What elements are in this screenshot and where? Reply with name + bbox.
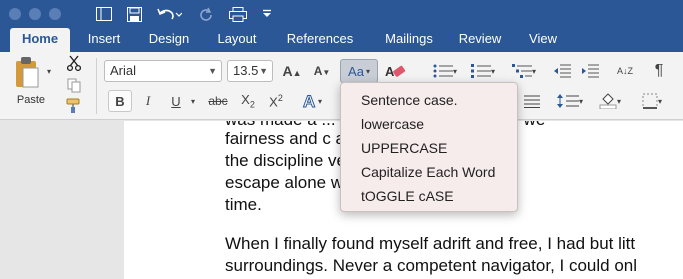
font-size-value: 13.5 <box>233 63 259 78</box>
bold-button[interactable]: B <box>108 90 132 112</box>
decrease-indent-icon <box>554 64 571 78</box>
borders-button[interactable]: ▾ <box>632 90 672 112</box>
shading-button[interactable]: ▾ <box>592 90 628 112</box>
chevron-down-icon: ▾ <box>616 96 621 106</box>
clear-formatting-button[interactable]: A <box>382 59 410 83</box>
font-name-value: Arial <box>110 63 137 78</box>
tab-view[interactable]: View <box>518 28 568 52</box>
font-name-combo[interactable]: Arial ▼ <box>104 60 222 82</box>
tab-review[interactable]: Review <box>452 28 508 52</box>
show-formatting-button[interactable]: ¶ <box>646 60 672 82</box>
shrink-font-button[interactable]: A▼ <box>309 60 335 82</box>
multilevel-list-icon <box>511 64 532 78</box>
text-effects-icon: A <box>302 92 315 110</box>
paste-button[interactable]: Paste <box>8 92 54 108</box>
document-line: time. <box>225 195 262 214</box>
grow-font-icon: A▲ <box>282 63 302 79</box>
increase-indent-button[interactable] <box>578 60 602 82</box>
print-icon[interactable] <box>226 4 250 24</box>
chevron-down-icon: ▾ <box>365 66 370 76</box>
menu-item-sentence-case[interactable]: Sentence case. <box>342 89 516 111</box>
text-effects-button[interactable]: A ▾ <box>298 90 326 112</box>
multilevel-list-button[interactable]: ▾ <box>506 60 542 82</box>
chevron-down-icon: ▾ <box>578 96 583 106</box>
sort-icon: A↓Z <box>616 66 633 76</box>
grow-font-button[interactable]: A▲ <box>279 60 305 82</box>
underline-button[interactable]: U <box>164 90 188 112</box>
superscript-base: X <box>269 94 278 110</box>
tab-mailings[interactable]: Mailings <box>374 28 444 52</box>
menu-item-uppercase[interactable]: UPPERCASE <box>342 137 516 159</box>
paint-bucket-icon <box>599 93 617 109</box>
document-line: When I finally found myself adrift and f… <box>225 234 636 253</box>
font-size-combo[interactable]: 13.5 ▼ <box>227 60 273 82</box>
chevron-down-icon: ▾ <box>531 66 536 76</box>
subscript-icon: X2 <box>241 92 255 110</box>
menu-item-lowercase[interactable]: lowercase <box>342 113 516 135</box>
strikethrough-button[interactable]: abc <box>204 90 232 112</box>
tab-design[interactable]: Design <box>140 28 198 52</box>
cut-icon[interactable] <box>64 54 84 72</box>
line-spacing-button[interactable]: ▾ <box>552 90 588 112</box>
undo-icon[interactable] <box>154 4 184 24</box>
zoom-window-button[interactable] <box>49 8 61 20</box>
decrease-indent-button[interactable] <box>550 60 574 82</box>
superscript-mark: 2 <box>277 92 283 103</box>
subscript-mark: 2 <box>249 99 255 110</box>
shrink-font-icon: A▼ <box>313 64 331 78</box>
sort-button[interactable]: A↓Z <box>612 60 638 82</box>
chevron-down-icon: ▾ <box>657 96 662 106</box>
copy-icon[interactable] <box>64 76 84 94</box>
justify-icon <box>524 95 540 108</box>
superscript-icon: X2 <box>269 93 283 109</box>
document-line: surroundings. Never a competent navigato… <box>225 256 638 275</box>
justify-button[interactable] <box>520 90 544 112</box>
pilcrow-icon: ¶ <box>654 62 664 79</box>
menu-item-toggle-case[interactable]: tOGGLE cASE <box>342 185 516 207</box>
ribbon-separator <box>96 58 97 114</box>
change-case-icon: Aa <box>348 63 364 79</box>
eraser-icon: A <box>385 64 406 79</box>
paste-options-chevron-icon[interactable]: ▾ <box>44 64 54 78</box>
numbering-icon <box>470 64 491 78</box>
tab-home[interactable]: Home <box>10 28 70 52</box>
paste-icon[interactable] <box>10 54 44 90</box>
tab-insert[interactable]: Insert <box>78 28 130 52</box>
redo-icon[interactable] <box>196 4 216 24</box>
chevron-down-icon: ▼ <box>208 66 217 76</box>
line-spacing-icon <box>556 94 579 108</box>
save-icon[interactable] <box>124 4 144 24</box>
chevron-down-icon: ▼ <box>259 66 268 76</box>
change-case-button[interactable]: Aa ▾ <box>340 59 378 83</box>
format-painter-icon[interactable] <box>64 97 84 115</box>
title-bar <box>0 0 683 28</box>
chevron-down-icon: ▾ <box>317 96 322 106</box>
menu-item-capitalize-each-word[interactable]: Capitalize Each Word <box>342 161 516 183</box>
italic-button[interactable]: I <box>136 90 160 112</box>
customize-icon[interactable] <box>260 4 274 24</box>
sidebar-icon[interactable] <box>94 4 114 24</box>
subscript-base: X <box>241 92 250 108</box>
numbering-button[interactable]: ▾ <box>466 60 500 82</box>
tab-references[interactable]: References <box>276 28 364 52</box>
underline-chevron-icon[interactable]: ▾ <box>188 90 198 112</box>
bullets-button[interactable]: ▾ <box>428 60 462 82</box>
close-window-button[interactable] <box>9 8 21 20</box>
ribbon-tabs: Home Insert Design Layout References Mai… <box>0 28 683 52</box>
superscript-button[interactable]: X2 <box>264 90 288 112</box>
chevron-down-icon: ▾ <box>452 66 457 76</box>
tab-layout[interactable]: Layout <box>208 28 266 52</box>
svg-text:A: A <box>303 92 315 110</box>
borders-icon <box>642 93 658 109</box>
bullets-icon <box>433 64 453 78</box>
subscript-button[interactable]: X2 <box>236 90 260 112</box>
increase-indent-icon <box>582 64 599 78</box>
minimize-window-button[interactable] <box>29 8 41 20</box>
change-case-menu: Sentence case. lowercase UPPERCASE Capit… <box>340 82 518 212</box>
chevron-down-icon: ▾ <box>490 66 495 76</box>
